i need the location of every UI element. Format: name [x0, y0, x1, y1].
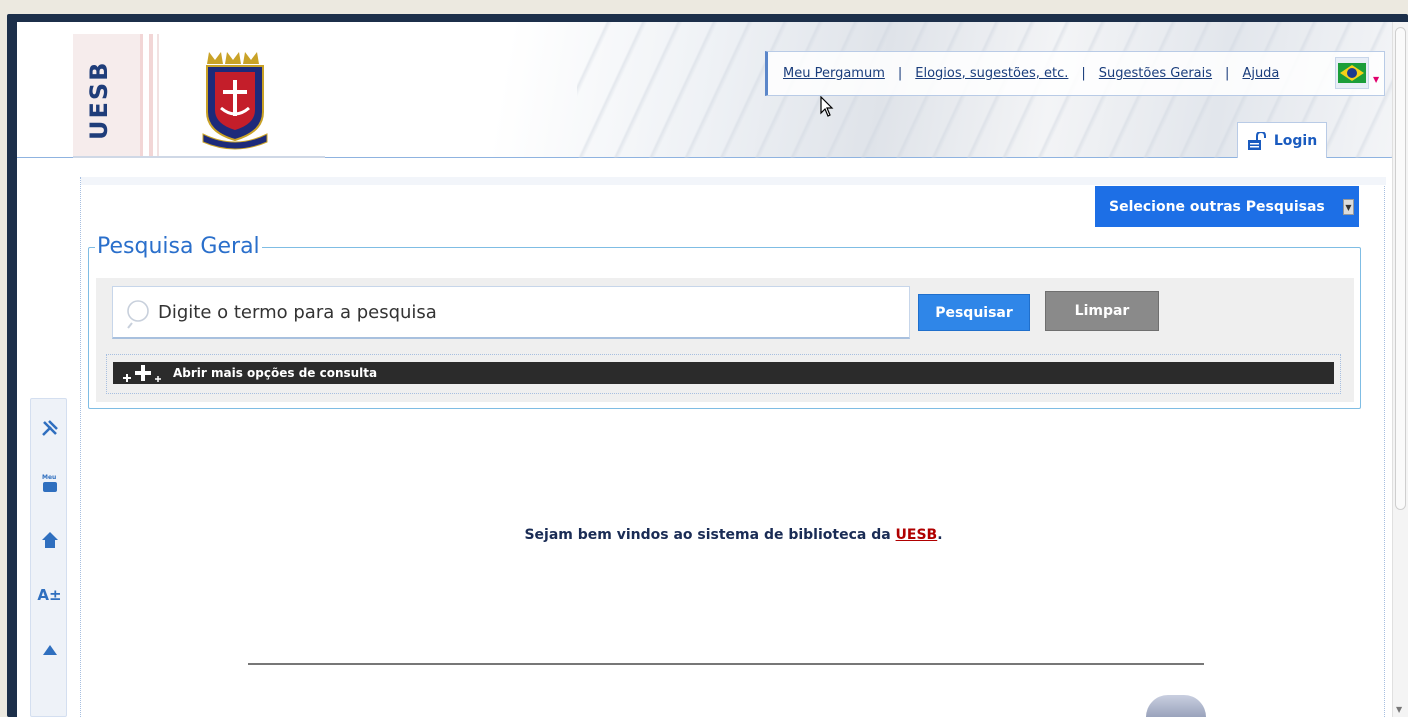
search-icon [127, 300, 149, 329]
login-button[interactable]: Login [1237, 122, 1327, 158]
scroll-down-arrow-icon[interactable]: ▼ [1396, 705, 1402, 714]
main-content: Selecione outras Pesquisas ▼ Pesquisa Ge… [80, 177, 1386, 717]
footer-decoration [1146, 695, 1206, 717]
search-input[interactable]: Digite o termo para a pesquisa [112, 286, 910, 339]
link-meu-pergamum[interactable]: Meu Pergamum [783, 66, 885, 81]
brazil-flag-icon[interactable] [1335, 57, 1369, 89]
top-links-bar: Meu Pergamum | Elogios, sugestões, etc. … [765, 51, 1385, 96]
link-sugestoes-gerais[interactable]: Sugestões Gerais [1099, 66, 1212, 81]
more-options-toggle[interactable]: Abrir mais opções de consulta [113, 362, 1334, 384]
tools-icon[interactable] [31, 413, 68, 443]
link-separator: | [1081, 66, 1086, 81]
link-elogios-sugestoes[interactable]: Elogios, sugestões, etc. [915, 66, 1068, 81]
mouse-cursor-icon [820, 96, 834, 117]
search-placeholder: Digite o termo para a pesquisa [158, 301, 437, 323]
left-tool-strip: Meu A± [30, 398, 67, 717]
welcome-text: Sejam bem vindos ao sistema de bibliotec… [524, 527, 896, 543]
login-label: Login [1273, 132, 1318, 149]
divider [248, 663, 1204, 665]
welcome-text-end: . [937, 527, 943, 543]
main-top-strip [81, 177, 1386, 185]
clear-button[interactable]: Limpar [1045, 291, 1159, 331]
meu-icon[interactable]: Meu [31, 468, 68, 498]
more-options-label: Abrir mais opções de consulta [173, 366, 378, 380]
home-icon[interactable] [31, 525, 68, 555]
font-size-icon[interactable]: A± [31, 580, 68, 610]
select-other-searches-button[interactable]: Selecione outras Pesquisas ▼ [1095, 186, 1359, 227]
link-separator: | [1225, 66, 1230, 81]
meu-icon-label: Meu [42, 474, 56, 481]
unlock-icon [1247, 131, 1266, 150]
scroll-top-icon[interactable] [31, 635, 68, 665]
brand-band-stripe [149, 34, 153, 158]
chevron-down-icon: ▼ [1343, 199, 1354, 215]
uesb-link[interactable]: UESB [896, 527, 938, 543]
more-options-container: Abrir mais opções de consulta [106, 354, 1341, 394]
select-other-searches-label: Selecione outras Pesquisas [1109, 198, 1325, 215]
language-dropdown-caret-icon[interactable]: ▼ [1373, 75, 1379, 84]
link-separator: | [897, 66, 903, 81]
university-crest-logo[interactable] [201, 50, 273, 154]
search-panel: Digite o termo para a pesquisa Pesquisar… [96, 278, 1354, 402]
expand-plus-icon [123, 365, 161, 382]
link-ajuda[interactable]: Ajuda [1242, 66, 1279, 81]
scrollbar-thumb[interactable] [1395, 27, 1406, 510]
header-underline [73, 156, 325, 158]
general-search-title: Pesquisa Geral [95, 234, 262, 259]
welcome-message: Sejam bem vindos ao sistema de bibliotec… [81, 527, 1386, 543]
vertical-scrollbar[interactable]: ▼ [1392, 22, 1408, 717]
page-header: UESB Meu Pergamum | Elogios, sugestões, … [17, 22, 1408, 158]
brand-vertical-text: UESB [85, 60, 113, 140]
brand-band-stripe [157, 34, 159, 158]
browser-viewport: UESB Meu Pergamum | Elogios, sugestões, … [17, 22, 1408, 717]
search-button[interactable]: Pesquisar [918, 294, 1030, 331]
